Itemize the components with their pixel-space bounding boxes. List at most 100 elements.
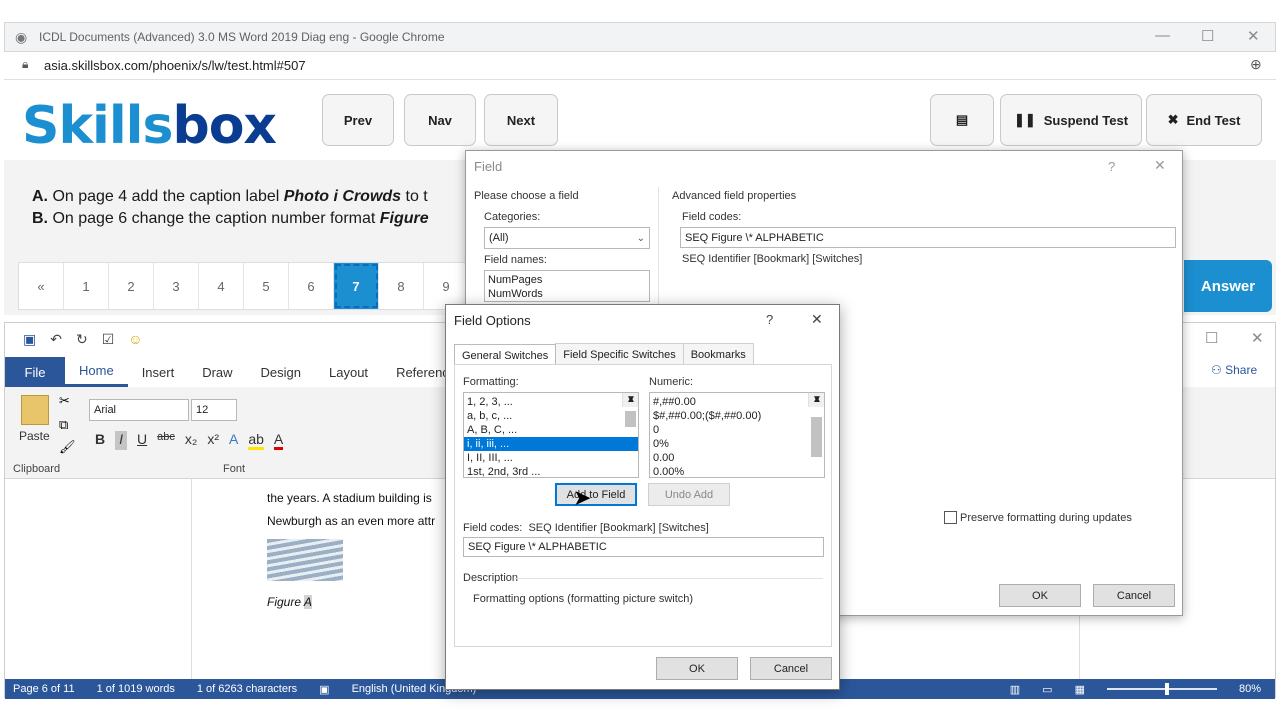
list-item[interactable]: 0 [650, 423, 824, 437]
paste-label[interactable]: Paste [19, 429, 50, 443]
underline-icon[interactable]: U [137, 431, 147, 450]
tab-layout[interactable]: Layout [315, 357, 382, 387]
end-test-button[interactable]: ✖ End Test [1146, 94, 1262, 146]
caption-field[interactable]: A [303, 595, 312, 609]
text-effects-icon[interactable]: A [229, 431, 238, 450]
font-color-icon[interactable]: A [273, 431, 284, 450]
list-item[interactable]: #,##0.00 [650, 395, 824, 409]
formatting-list[interactable]: 1, 2, 3, ... a, b, c, ... A, B, C, ... i… [463, 392, 639, 478]
undo-icon[interactable]: ↶ [50, 331, 62, 348]
copy-icon[interactable]: ⧉ [59, 417, 68, 433]
italic-icon[interactable]: I [115, 431, 128, 450]
list-item[interactable]: I, II, III, ... [464, 451, 638, 465]
word-close-icon[interactable]: ✕ [1251, 329, 1264, 347]
proofing-status-icon[interactable]: ▣ [319, 683, 329, 696]
pager-first[interactable]: « [19, 263, 64, 309]
suspend-test-button[interactable]: ❚❚ Suspend Test [1000, 94, 1142, 146]
list-item-selected[interactable]: i, ii, iii, ... [464, 437, 638, 451]
list-item[interactable]: 1st, 2nd, 3rd ... [464, 465, 638, 477]
tab-home[interactable]: Home [65, 357, 128, 387]
url-text[interactable]: asia.skillsbox.com/phoenix/s/lw/test.htm… [44, 58, 306, 73]
status-words[interactable]: 1 of 1019 words [97, 683, 175, 695]
prev-button[interactable]: Prev [322, 94, 394, 146]
pager-item[interactable]: 4 [199, 263, 244, 309]
list-item[interactable]: 0.00 [650, 451, 824, 465]
pager-item[interactable]: 5 [244, 263, 289, 309]
pager-item[interactable]: 8 [379, 263, 424, 309]
tab-field-specific-switches[interactable]: Field Specific Switches [555, 343, 684, 366]
minimize-icon[interactable]: — [1155, 27, 1170, 44]
format-painter-icon[interactable]: 🖌︎ [59, 439, 76, 455]
smiley-icon[interactable]: ☺ [128, 331, 142, 348]
field-codes-input[interactable]: SEQ Figure \* ALPHABETIC [463, 537, 824, 557]
scrollbar[interactable]: ▲ ▼ [808, 393, 824, 457]
address-bar[interactable]: 🔒︎ asia.skillsbox.com/phoenix/s/lw/test.… [4, 52, 1276, 80]
help-icon[interactable]: ? [1108, 159, 1115, 174]
answer-button[interactable]: Answer [1184, 260, 1272, 312]
pager-item[interactable]: 9 [424, 263, 469, 309]
field-codes-input[interactable]: SEQ Figure \* ALPHABETIC [680, 227, 1176, 248]
pager-item[interactable]: 2 [109, 263, 154, 309]
pager-item[interactable]: 3 [154, 263, 199, 309]
list-item[interactable]: 0.00% [650, 465, 824, 477]
preserve-formatting-checkbox[interactable] [944, 511, 957, 524]
field-options-cancel-button[interactable]: Cancel [750, 657, 832, 680]
tab-insert[interactable]: Insert [128, 357, 189, 387]
pager-item[interactable]: 1 [64, 263, 109, 309]
list-item[interactable]: $#,##0.00;($#,##0.00) [650, 409, 824, 423]
categories-dropdown[interactable]: (All) ⌄ [484, 227, 650, 249]
nav-button[interactable]: Nav [404, 94, 476, 146]
field-names-list[interactable]: NumPages NumWords [484, 270, 650, 302]
list-item[interactable]: 0% [650, 437, 824, 451]
field-ok-button[interactable]: OK [999, 584, 1081, 607]
web-layout-icon[interactable]: ▦ [1075, 683, 1085, 696]
next-button[interactable]: Next [484, 94, 558, 146]
tab-bookmarks[interactable]: Bookmarks [682, 343, 754, 366]
font-name-box[interactable]: Arial [89, 399, 189, 421]
paste-icon[interactable] [21, 395, 49, 425]
close-icon[interactable]: ✕ [1247, 27, 1260, 45]
pager-item[interactable]: 6 [289, 263, 334, 309]
zoom-icon[interactable]: ⊕ [1250, 56, 1262, 73]
proofing-icon[interactable]: ☑ [102, 331, 115, 348]
highlight-icon[interactable]: ab [248, 431, 264, 450]
help-icon[interactable]: ? [766, 312, 773, 327]
add-to-field-button[interactable]: Add to Field [555, 483, 637, 506]
subscript-icon[interactable]: x₂ [185, 431, 197, 450]
list-item[interactable]: NumPages [485, 273, 649, 287]
numeric-list[interactable]: #,##0.00 $#,##0.00;($#,##0.00) 0 0% 0.00… [649, 392, 825, 478]
close-icon[interactable]: ✕ [1154, 157, 1166, 174]
tab-design[interactable]: Design [247, 357, 315, 387]
strikethrough-icon[interactable]: abc [157, 431, 175, 450]
print-layout-icon[interactable]: ▭ [1042, 683, 1052, 696]
scroll-down-icon[interactable]: ▼ [812, 393, 822, 407]
tab-draw[interactable]: Draw [188, 357, 246, 387]
field-options-ok-button[interactable]: OK [656, 657, 738, 680]
tab-file[interactable]: File [5, 357, 65, 387]
maximize-icon[interactable]: ☐ [1201, 27, 1214, 45]
list-item[interactable]: a, b, c, ... [464, 409, 638, 423]
scroll-down-icon[interactable]: ▼ [626, 393, 636, 407]
field-cancel-button[interactable]: Cancel [1093, 584, 1175, 607]
cut-icon[interactable]: ✂ [59, 393, 70, 409]
preserve-formatting-label[interactable]: Preserve formatting during updates [960, 512, 1132, 524]
list-item[interactable]: NumWords [485, 287, 649, 301]
redo-icon[interactable]: ↻ [76, 331, 88, 348]
list-item[interactable]: 1, 2, 3, ... [464, 395, 638, 409]
superscript-icon[interactable]: x² [207, 431, 219, 450]
font-size-box[interactable]: 12 [191, 399, 237, 421]
read-mode-icon[interactable]: ▥ [1010, 683, 1020, 696]
pager-item-current[interactable]: 7 [334, 263, 379, 309]
scrollbar[interactable]: ▲ ▼ [622, 393, 638, 427]
undo-add-button[interactable]: Undo Add [648, 483, 730, 506]
stadium-image[interactable] [267, 539, 343, 581]
notes-button[interactable]: ▤ [930, 94, 994, 146]
save-icon[interactable]: ▣ [23, 331, 36, 348]
word-maximize-icon[interactable]: ☐ [1205, 329, 1218, 347]
zoom-slider[interactable] [1106, 683, 1217, 695]
zoom-level[interactable]: 80% [1239, 683, 1261, 695]
status-chars[interactable]: 1 of 6263 characters [197, 683, 297, 695]
list-item[interactable]: A, B, C, ... [464, 423, 638, 437]
status-page[interactable]: Page 6 of 11 [13, 683, 75, 695]
share-button[interactable]: ⚇ Share [1211, 363, 1257, 377]
